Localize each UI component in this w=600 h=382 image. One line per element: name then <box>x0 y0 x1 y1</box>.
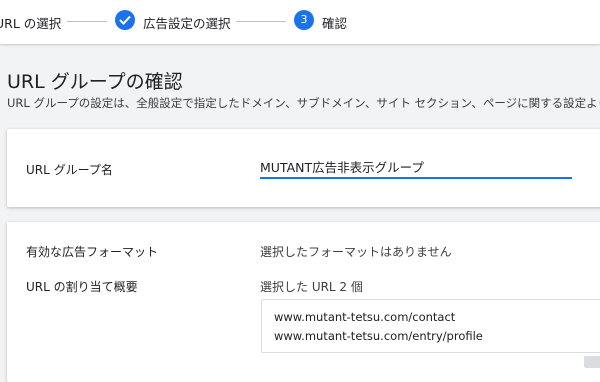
url-list-box[interactable]: www.mutant-tetsu.com/contact www.mutant-… <box>261 299 600 353</box>
url-group-name-label: URL グループ名 <box>26 163 113 177</box>
url-list-item: www.mutant-tetsu.com/entry/profile <box>274 329 483 343</box>
page-description: URL グループの設定は、全般設定で指定したドメイン、サブドメイン、サイト セク… <box>7 96 600 110</box>
step-connector <box>67 21 107 22</box>
step-url-selection[interactable]: URL の選択 <box>0 13 61 32</box>
stepper: URL の選択 広告設定の選択 3 確認 <box>0 0 600 44</box>
page-title: URL グループの確認 <box>7 71 183 93</box>
step-completed-circle <box>115 10 135 30</box>
step-confirm: 確認 <box>322 16 348 31</box>
url-group-details-card: 有効な広告フォーマット 選択したフォーマットはありません URL の割り当て概要… <box>7 222 600 382</box>
ad-formats-value: 選択したフォーマットはありません <box>260 245 452 259</box>
url-list-item: www.mutant-tetsu.com/contact <box>274 310 456 324</box>
ad-formats-label: 有効な広告フォーマット <box>26 245 159 259</box>
url-assignment-summary: 選択した URL 2 個 <box>260 280 363 294</box>
url-assignment-label: URL の割り当て概要 <box>26 280 138 294</box>
check-icon <box>119 15 131 25</box>
step-connector <box>236 21 286 22</box>
url-group-name-input[interactable]: MUTANT広告非表示グループ <box>260 157 572 179</box>
scroll-corner-button[interactable] <box>584 356 600 368</box>
step-current-circle: 3 <box>294 10 314 30</box>
step-ad-settings[interactable]: 広告設定の選択 <box>143 13 231 32</box>
url-group-name-card: URL グループ名 MUTANT広告非表示グループ <box>7 129 600 207</box>
